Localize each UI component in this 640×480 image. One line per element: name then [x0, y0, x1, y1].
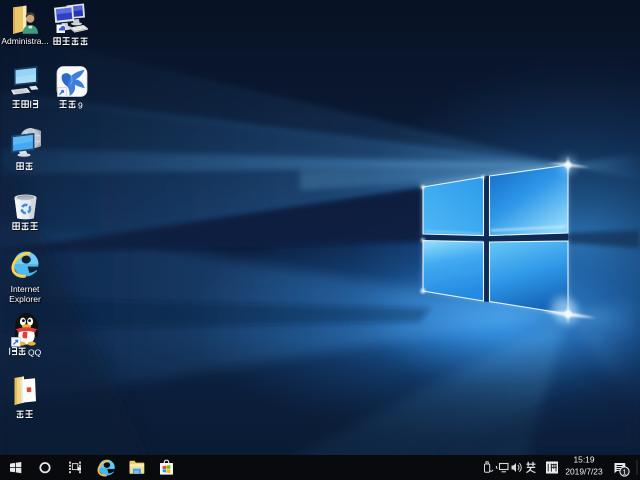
- svg-text:QQ: QQ: [28, 348, 42, 358]
- svg-text:1: 1: [622, 467, 626, 476]
- svg-text:9: 9: [78, 101, 83, 111]
- svg-text:15:19: 15:19: [574, 455, 595, 465]
- svg-text:2019/7/23: 2019/7/23: [565, 467, 603, 477]
